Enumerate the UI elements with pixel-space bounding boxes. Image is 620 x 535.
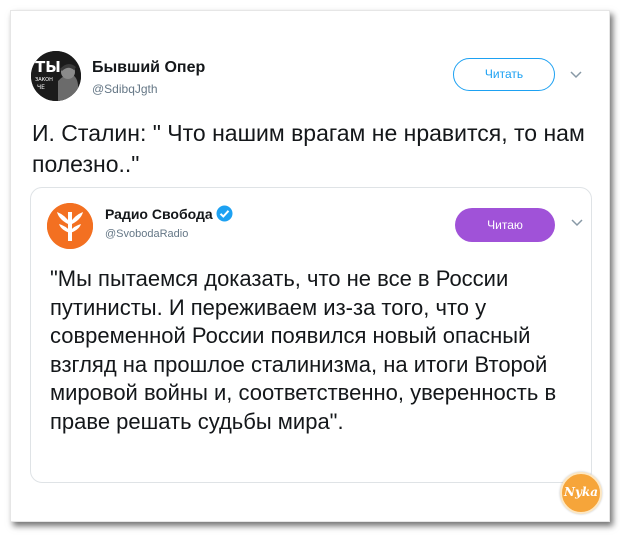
watermark-text: Nyka (563, 485, 599, 499)
author-name[interactable]: Бывший Опер (92, 59, 205, 77)
quoted-tweet[interactable]: Радио Свобода @SvobodaRadio Читаю "Мы пы… (30, 187, 592, 483)
radio-svoboda-logo-icon (47, 203, 93, 249)
nyka-watermark-icon: Nyka (560, 472, 602, 514)
svg-text:ТЫ: ТЫ (35, 58, 61, 76)
ty-zakon-portrait-icon: ТЫ ЗАКОН ЧЕ (31, 51, 81, 101)
verified-badge-icon (216, 205, 233, 222)
following-button[interactable]: Читаю (455, 208, 555, 242)
chevron-down-icon[interactable] (568, 68, 584, 82)
svg-text:ЗАКОН: ЗАКОН (35, 77, 53, 83)
follow-button[interactable]: Читать (453, 58, 555, 91)
quoted-author-avatar[interactable] (47, 203, 93, 249)
author-handle[interactable]: @SdibqJgth (92, 82, 158, 96)
author-avatar[interactable]: ТЫ ЗАКОН ЧЕ (31, 51, 81, 101)
svg-text:ЧЕ: ЧЕ (37, 84, 45, 91)
tweet-text: И. Сталин: " Что нашим врагам не нравитс… (32, 120, 585, 177)
quoted-author-name[interactable]: Радио Свобода (105, 206, 213, 222)
quoted-author-handle[interactable]: @SvobodaRadio (105, 228, 188, 240)
chevron-down-icon[interactable] (569, 216, 585, 230)
quoted-tweet-text: "Мы пытаемся доказать, что не все в Росс… (50, 266, 557, 434)
